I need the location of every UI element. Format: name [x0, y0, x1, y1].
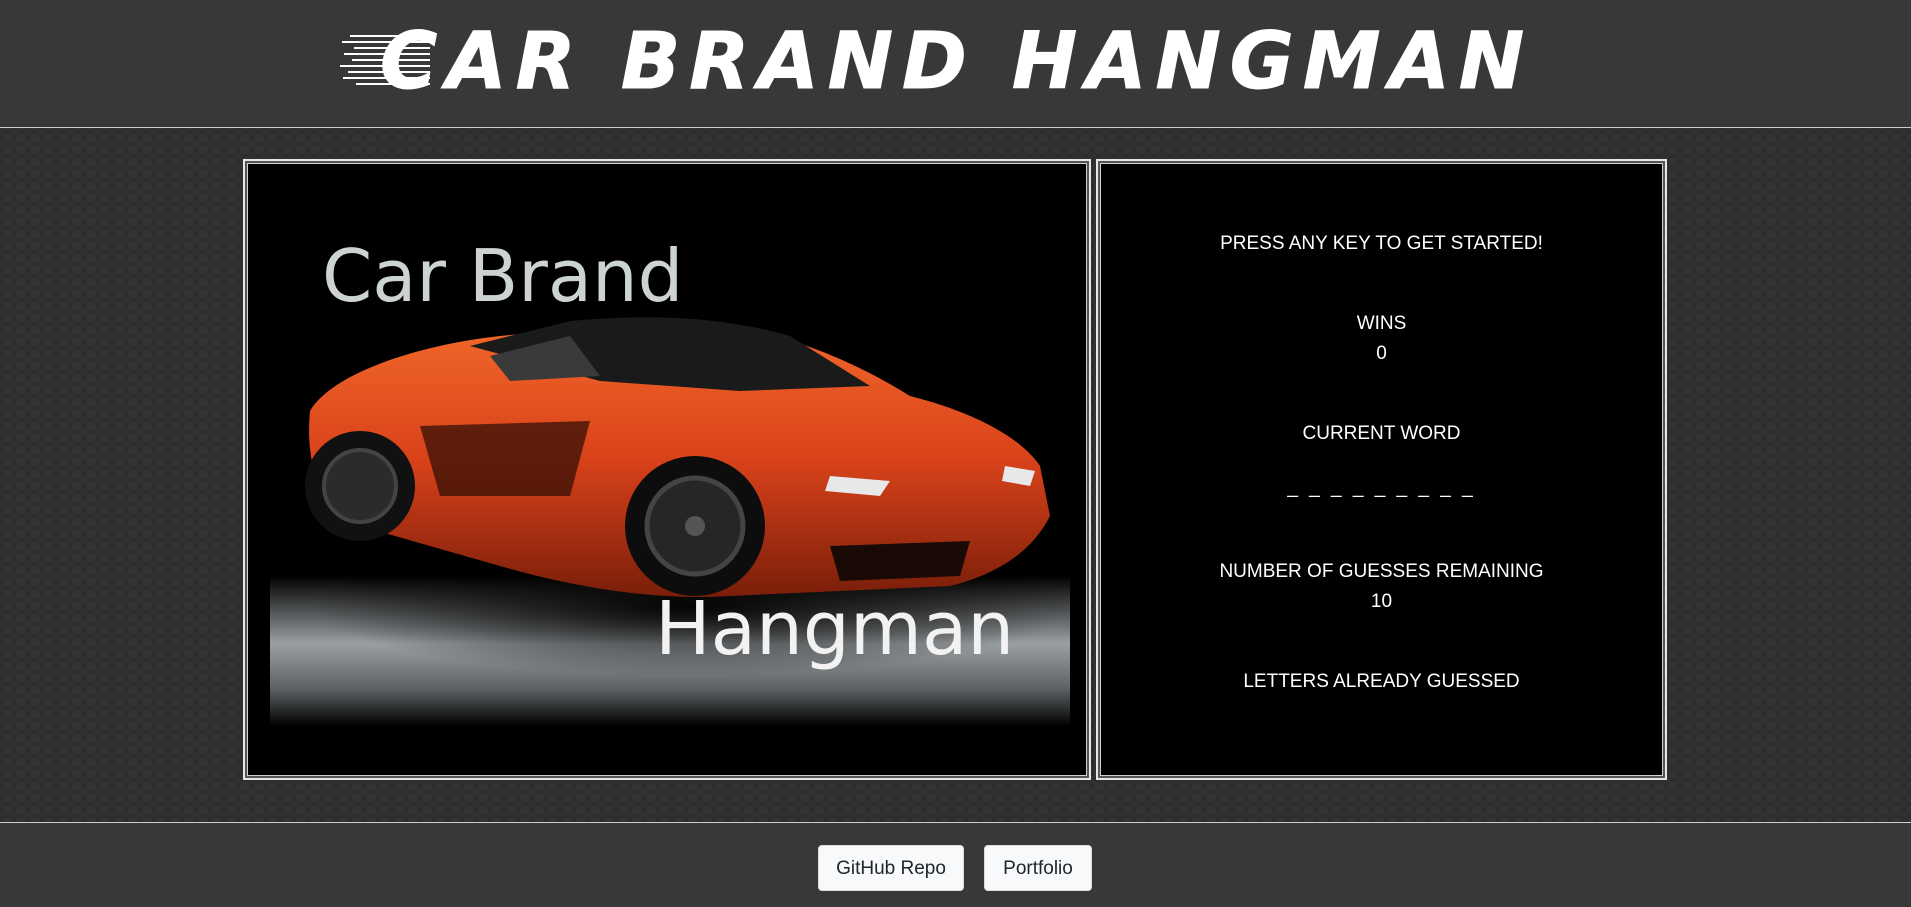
site-title-logo: Car Brand Hangman [340, 17, 1550, 107]
hero-title-car-brand: Car Brand [322, 234, 684, 318]
wins-value: 0 [1376, 343, 1387, 364]
page-title: Car Brand Hangman [379, 17, 1534, 107]
current-word-label: CURRENT WORD [1302, 423, 1461, 444]
portfolio-button[interactable]: Portfolio [984, 845, 1092, 891]
start-prompt: PRESS ANY KEY TO GET STARTED! [1220, 233, 1543, 254]
header: Car Brand Hangman [0, 0, 1911, 128]
guesses-remaining-value: 10 [1370, 591, 1393, 612]
hero-title-hangman: Hangman [655, 586, 1015, 672]
hero-image: Car Brand Hangman [270, 196, 1070, 756]
main-content: Car Brand Hangman PRESS ANY KEY TO GET S… [243, 159, 1667, 784]
current-word-value: _ _ _ _ _ _ _ _ _ [1287, 477, 1476, 498]
game-panel: PRESS ANY KEY TO GET STARTED! WINS 0 CUR… [1096, 159, 1667, 780]
hero-panel: Car Brand Hangman [243, 159, 1091, 780]
wins-label: WINS [1356, 313, 1407, 334]
footer: GitHub Repo Portfolio [0, 822, 1911, 907]
letters-guessed-label: LETTERS ALREADY GUESSED [1243, 671, 1520, 692]
guesses-remaining-label: NUMBER OF GUESSES REMAINING [1219, 561, 1544, 582]
github-repo-button[interactable]: GitHub Repo [818, 845, 964, 891]
